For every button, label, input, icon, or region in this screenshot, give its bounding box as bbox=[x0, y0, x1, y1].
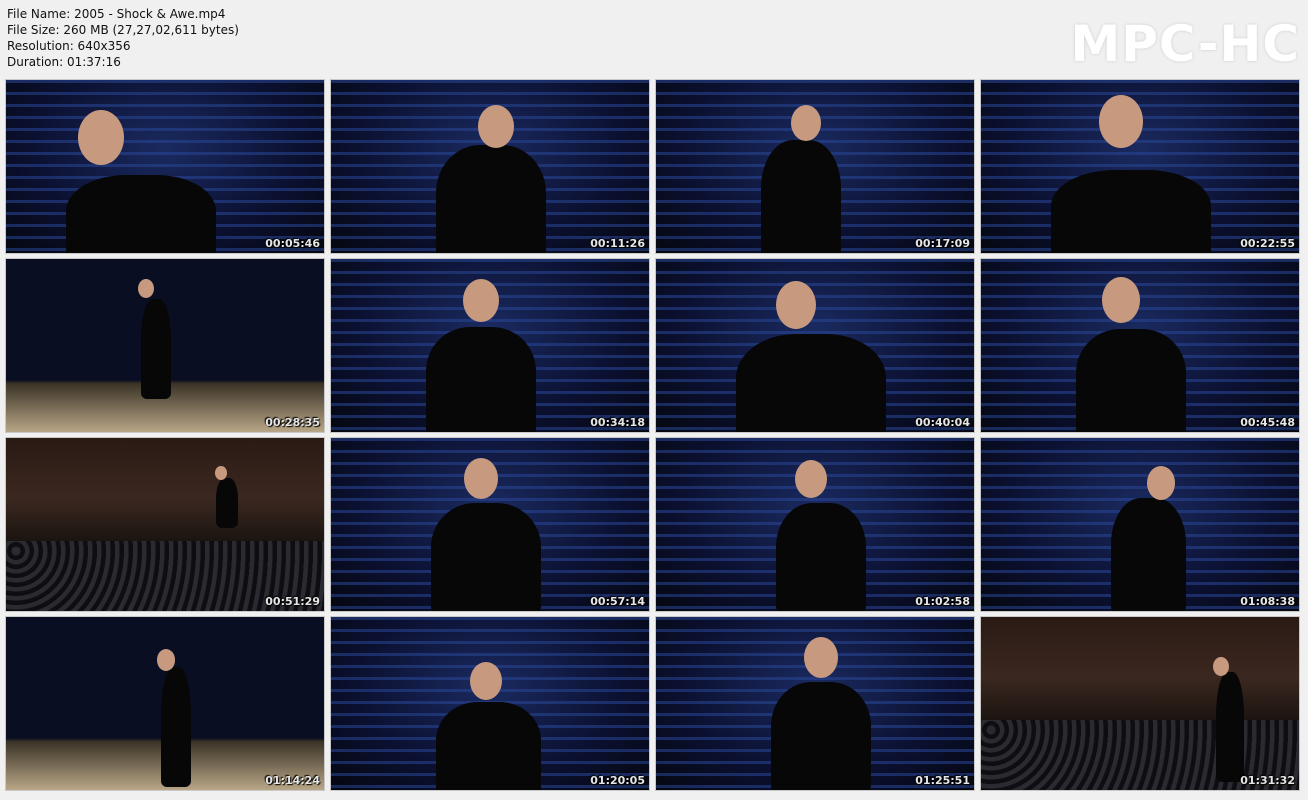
performer-figure bbox=[161, 667, 191, 787]
performer-head bbox=[1213, 657, 1229, 677]
timestamp-label: 00:11:26 bbox=[590, 237, 645, 250]
timestamp-label: 00:40:04 bbox=[915, 416, 970, 429]
mpc-hc-logo: MPC-HC bbox=[1070, 15, 1300, 73]
performer-head bbox=[138, 279, 154, 299]
timestamp-label: 01:14:24 bbox=[265, 774, 320, 787]
file-info: File Name: 2005 - Shock & Awe.mp4 File S… bbox=[7, 6, 239, 70]
timestamp-label: 00:45:48 bbox=[1240, 416, 1295, 429]
video-thumbnail: 01:25:51 bbox=[655, 616, 975, 791]
performer-figure bbox=[736, 334, 886, 432]
video-thumbnail: 01:20:05 bbox=[330, 616, 650, 791]
video-thumbnail: 00:22:55 bbox=[980, 79, 1300, 254]
video-thumbnail: 00:17:09 bbox=[655, 79, 975, 254]
performer-head bbox=[804, 637, 838, 678]
timestamp-label: 00:17:09 bbox=[915, 237, 970, 250]
performer-head bbox=[776, 281, 816, 329]
performer-head bbox=[478, 105, 514, 149]
timestamp-label: 01:02:58 bbox=[915, 595, 970, 608]
performer-figure bbox=[431, 503, 541, 611]
video-thumbnail: 00:45:48 bbox=[980, 258, 1300, 433]
video-thumbnail: 00:51:29 bbox=[5, 437, 325, 612]
performer-head bbox=[78, 110, 124, 166]
resolution-text: Resolution: 640x356 bbox=[7, 39, 131, 53]
thumbnail-grid: 00:05:46 00:11:26 00:17:09 00:22:55 00:28:35… bbox=[5, 79, 1303, 794]
performer-head bbox=[470, 662, 502, 701]
performer-figure bbox=[1111, 498, 1186, 611]
performer-figure bbox=[216, 478, 238, 528]
timestamp-label: 00:22:55 bbox=[1240, 237, 1295, 250]
performer-head bbox=[463, 279, 499, 323]
performer-head bbox=[1102, 277, 1140, 323]
video-thumbnail: 00:28:35 bbox=[5, 258, 325, 433]
performer-figure bbox=[761, 140, 841, 253]
timestamp-label: 00:05:46 bbox=[265, 237, 320, 250]
timestamp-label: 01:08:38 bbox=[1240, 595, 1295, 608]
timestamp-label: 00:51:29 bbox=[265, 595, 320, 608]
file-size-text: File Size: 260 MB (27,27,02,611 bytes) bbox=[7, 23, 239, 37]
video-thumbnail: 00:11:26 bbox=[330, 79, 650, 254]
performer-figure bbox=[776, 503, 866, 611]
performer-head bbox=[791, 105, 821, 141]
timestamp-label: 01:20:05 bbox=[590, 774, 645, 787]
performer-figure bbox=[1216, 672, 1244, 782]
video-thumbnail: 00:57:14 bbox=[330, 437, 650, 612]
performer-head bbox=[795, 460, 827, 499]
performer-figure bbox=[141, 299, 171, 399]
video-thumbnail: 00:34:18 bbox=[330, 258, 650, 433]
video-thumbnail: 01:14:24 bbox=[5, 616, 325, 791]
performer-figure bbox=[436, 145, 546, 253]
video-thumbnail: 01:08:38 bbox=[980, 437, 1300, 612]
performer-head bbox=[157, 649, 175, 671]
timestamp-label: 01:25:51 bbox=[915, 774, 970, 787]
performer-figure bbox=[66, 175, 216, 253]
video-thumbnail: 01:02:58 bbox=[655, 437, 975, 612]
video-thumbnail: 01:31:32 bbox=[980, 616, 1300, 791]
timestamp-label: 00:57:14 bbox=[590, 595, 645, 608]
duration-text: Duration: 01:37:16 bbox=[7, 55, 121, 69]
performer-figure bbox=[436, 702, 541, 790]
timestamp-label: 00:28:35 bbox=[265, 416, 320, 429]
performer-figure bbox=[1076, 329, 1186, 432]
performer-head bbox=[1099, 95, 1143, 148]
performer-head bbox=[464, 458, 498, 499]
timestamp-label: 01:31:32 bbox=[1240, 774, 1295, 787]
file-name-text: File Name: 2005 - Shock & Awe.mp4 bbox=[7, 7, 226, 21]
performer-head bbox=[1147, 466, 1175, 500]
performer-figure bbox=[771, 682, 871, 790]
timestamp-label: 00:34:18 bbox=[590, 416, 645, 429]
video-thumbnail: 00:05:46 bbox=[5, 79, 325, 254]
performer-figure bbox=[426, 327, 536, 432]
video-thumbnail: 00:40:04 bbox=[655, 258, 975, 433]
performer-figure bbox=[1051, 170, 1211, 253]
